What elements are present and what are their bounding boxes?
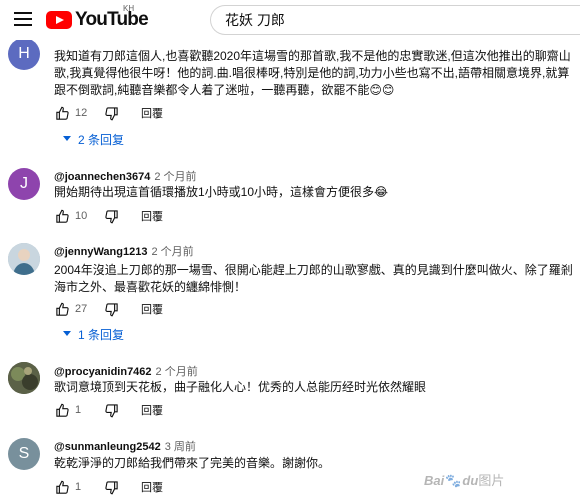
comment-text: 開始期待出現這首循環播放1小時或10小時，這樣會方便很多😂 [54, 185, 389, 199]
replies-label: 1 条回复 [78, 327, 125, 342]
comment-time[interactable]: 2 个月前 [156, 366, 198, 378]
comment-text: 2004年沒追上刀郎的那一場雪、很開心能趕上刀郎的山歌寥戲、真的見識到什麼叫做火… [54, 263, 573, 294]
reply-button[interactable]: 回覆 [141, 105, 163, 121]
replies-label: 2 条回复 [78, 132, 125, 147]
avatar[interactable]: J [8, 168, 40, 200]
search-input[interactable]: 花妖 刀郎 [210, 5, 580, 35]
top-bar: YouTube KH 花妖 刀郎 [0, 0, 580, 40]
comment-author[interactable]: @sunmanleung2542 [54, 441, 161, 453]
chevron-down-icon [62, 132, 72, 146]
menu-icon[interactable] [14, 12, 32, 26]
like-count: 12 [75, 107, 88, 119]
dislike-icon[interactable] [103, 402, 119, 418]
comment-text: 我知道有刀郎這個人,也喜歡聽2020年這場雪的那首歌,我不是他的忠實歌迷,但這次… [54, 49, 571, 97]
comment-actions: 1 回覆 [54, 478, 163, 496]
dislike-icon[interactable] [103, 479, 119, 495]
avatar-photo [8, 362, 40, 394]
view-replies-button[interactable]: 2 条回复 [62, 131, 124, 147]
comment-time[interactable]: 2 个月前 [151, 246, 193, 258]
avatar[interactable]: S [8, 438, 40, 470]
comment-author-line: @joannechen3674 2 个月前 [54, 168, 197, 184]
like-count: 1 [75, 481, 82, 493]
reply-button[interactable]: 回覆 [141, 208, 163, 224]
youtube-logo[interactable]: YouTube KH [46, 4, 149, 30]
reply-button[interactable]: 回覆 [141, 301, 163, 317]
like-icon[interactable] [54, 479, 70, 495]
comment-author-line: @sunmanleung2542 3 周前 [54, 438, 196, 454]
comment-actions: 1 回覆 [54, 401, 163, 419]
like-icon[interactable] [54, 208, 70, 224]
chevron-down-icon [62, 327, 72, 341]
comment-author-line: @procyanidin7462 2 个月前 [54, 363, 198, 379]
like-count: 1 [75, 404, 82, 416]
logo-text: YouTube [75, 9, 149, 30]
avatar[interactable] [8, 243, 40, 275]
comment-time[interactable]: 2 个月前 [154, 171, 196, 183]
dislike-icon[interactable] [103, 105, 119, 121]
view-replies-button[interactable]: 1 条回复 [62, 326, 124, 342]
comment-author[interactable]: @procyanidin7462 [54, 366, 152, 378]
like-icon[interactable] [54, 301, 70, 317]
baidu-watermark: Bai🐾du图片 [424, 473, 505, 488]
comment-author[interactable]: @joannechen3674 [54, 171, 150, 183]
avatar-photo [8, 243, 40, 275]
dislike-icon[interactable] [103, 208, 119, 224]
avatar[interactable] [8, 362, 40, 394]
reply-button[interactable]: 回覆 [141, 479, 163, 495]
comment-time[interactable]: 3 周前 [165, 441, 196, 453]
comment-actions: 12 回覆 [54, 104, 163, 122]
like-count: 10 [75, 210, 88, 222]
like-icon[interactable] [54, 402, 70, 418]
comment-author[interactable]: @jennyWang1213 [54, 246, 147, 258]
youtube-play-icon [46, 11, 72, 29]
comment-text: 歌词意境顶到天花板，曲子融化人心！优秀的人总能历经时光依然耀眼 [54, 380, 427, 394]
avatar[interactable]: H [8, 38, 40, 70]
comment-author-line: @jennyWang1213 2 个月前 [54, 243, 194, 259]
paw-icon: 🐾 [445, 473, 462, 488]
dislike-icon[interactable] [103, 301, 119, 317]
reply-button[interactable]: 回覆 [141, 402, 163, 418]
country-code: KH [123, 4, 135, 13]
comment-actions: 10 回覆 [54, 207, 163, 225]
like-icon[interactable] [54, 105, 70, 121]
like-count: 27 [75, 303, 88, 315]
comment-actions: 27 回覆 [54, 300, 163, 318]
